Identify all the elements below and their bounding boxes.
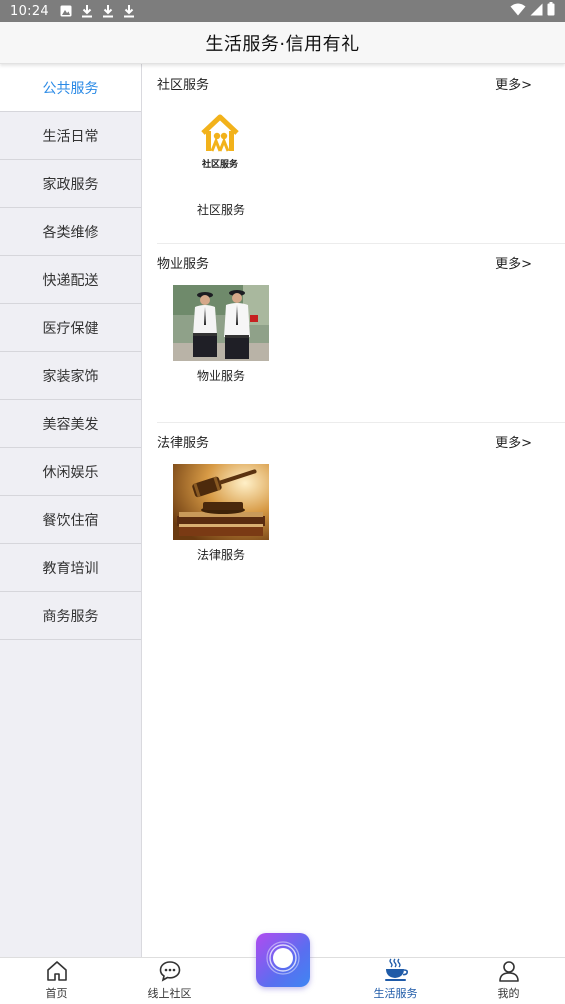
section-header: 物业服务 更多> [157, 244, 532, 280]
status-time: 10:24 [10, 3, 49, 19]
community-logo-icon: 社区服务 [173, 105, 269, 181]
sidebar-item-label: 快递配送 [42, 272, 99, 289]
section-header: 法律服务 更多> [157, 423, 532, 459]
download-icon [101, 4, 115, 18]
sidebar-item-label: 教育培训 [42, 560, 99, 577]
gavel-photo [173, 464, 269, 540]
sidebar-item-education[interactable]: 教育培训 [0, 544, 141, 592]
center-action-button[interactable] [256, 933, 310, 987]
service-tile-legal[interactable]: 法律服务 [173, 464, 269, 563]
battery-icon [547, 2, 555, 20]
service-tile-property[interactable]: 物业服务 [173, 285, 269, 384]
nav-label: 首页 [45, 987, 68, 1000]
sidebar-item-label: 家装家饰 [42, 368, 99, 385]
sidebar-item-home-decor[interactable]: 家装家饰 [0, 352, 141, 400]
sidebar-item-daily-life[interactable]: 生活日常 [0, 112, 141, 160]
more-link[interactable]: 更多> [495, 432, 532, 451]
sidebar-item-label: 餐饮住宿 [42, 512, 99, 529]
sidebar-item-label: 美容美发 [42, 416, 99, 433]
status-right-icons [510, 2, 555, 20]
more-link[interactable]: 更多> [495, 74, 532, 93]
category-sidebar: 公共服务 生活日常 家政服务 各类维修 快递配送 医疗保健 家装家饰 美容美发 … [0, 64, 142, 957]
sidebar-item-beauty[interactable]: 美容美发 [0, 400, 141, 448]
user-icon [496, 958, 522, 983]
nav-label: 线上社区 [147, 987, 192, 1000]
signal-icon [530, 3, 543, 20]
sidebar-item-label: 各类维修 [42, 224, 99, 241]
sidebar-item-medical[interactable]: 医疗保健 [0, 304, 141, 352]
wifi-icon [510, 3, 526, 20]
coffee-cup-icon [383, 957, 409, 983]
nav-label: 我的 [497, 987, 520, 1000]
sidebar-item-public-service[interactable]: 公共服务 [0, 64, 141, 112]
sidebar-item-delivery[interactable]: 快递配送 [0, 256, 141, 304]
section-title: 社区服务 [157, 77, 210, 93]
service-content: 社区服务 更多> 社区服务 社区服务 物业服务 更多> 物业服务 法律服务 更多… [143, 64, 565, 957]
sidebar-item-label: 医疗保健 [42, 320, 99, 337]
nav-home[interactable]: 首页 [0, 958, 113, 1004]
chat-bubble-icon [157, 958, 183, 983]
service-tile-label: 物业服务 [196, 369, 245, 383]
more-link[interactable]: 更多> [495, 253, 532, 272]
logo-caption: 社区服务 [201, 158, 239, 170]
image-notification-icon [59, 4, 73, 18]
nav-label: 生活服务 [373, 987, 418, 1000]
sidebar-item-housekeeping[interactable]: 家政服务 [0, 160, 141, 208]
sidebar-item-label: 商务服务 [42, 608, 99, 625]
sidebar-item-business[interactable]: 商务服务 [0, 592, 141, 640]
nav-mine[interactable]: 我的 [452, 958, 565, 1004]
service-tile-community[interactable]: 社区服务 社区服务 [173, 105, 269, 218]
sidebar-item-repair[interactable]: 各类维修 [0, 208, 141, 256]
sidebar-item-label: 休闲娱乐 [42, 464, 99, 481]
page-title: 生活服务·信用有礼 [205, 33, 360, 55]
sidebar-item-dining[interactable]: 餐饮住宿 [0, 496, 141, 544]
security-guards-photo [173, 285, 269, 361]
status-bar: 10:24 [0, 0, 565, 22]
sidebar-item-leisure[interactable]: 休闲娱乐 [0, 448, 141, 496]
sidebar-item-label: 家政服务 [42, 176, 99, 193]
service-tile-label: 法律服务 [196, 548, 245, 562]
sidebar-item-label: 生活日常 [42, 128, 99, 145]
service-tile-label: 社区服务 [196, 203, 245, 217]
download-icon [122, 4, 136, 18]
nav-online-community[interactable]: 线上社区 [113, 958, 226, 1004]
section-title: 物业服务 [157, 256, 210, 272]
nav-life-service[interactable]: 生活服务 [339, 958, 452, 1004]
center-circle-icon [265, 940, 301, 980]
sidebar-item-label: 公共服务 [42, 80, 99, 97]
download-icon [80, 4, 94, 18]
section-header: 社区服务 更多> [157, 65, 532, 101]
home-icon [44, 958, 70, 983]
app-header: 生活服务·信用有礼 [0, 22, 565, 64]
section-title: 法律服务 [157, 435, 210, 451]
